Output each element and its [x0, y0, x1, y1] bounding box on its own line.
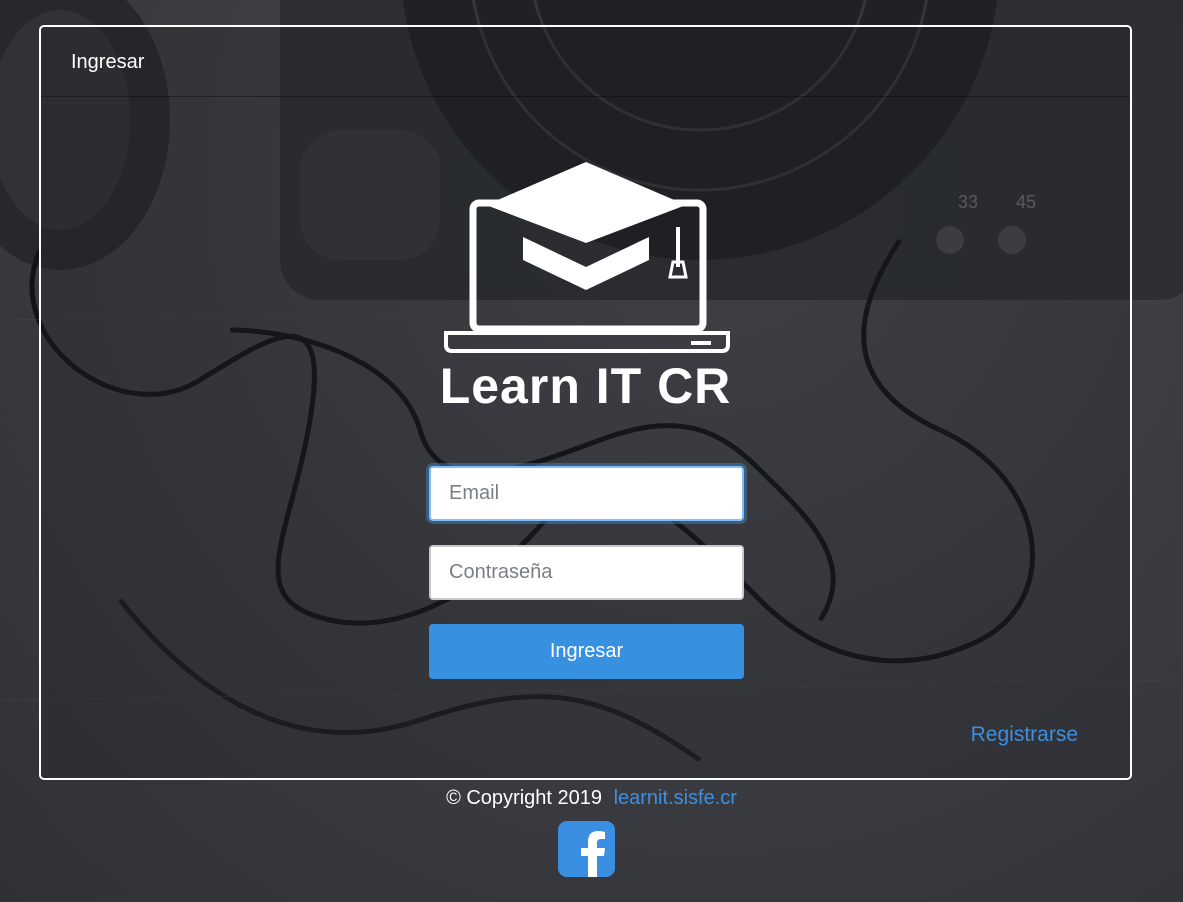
register-link[interactable]: Registrarse: [971, 723, 1078, 747]
copyright-text: © Copyright 2019: [446, 787, 602, 809]
login-button[interactable]: Ingresar: [429, 624, 744, 679]
facebook-icon[interactable]: [558, 821, 615, 877]
card-header: Ingresar: [41, 27, 1130, 97]
footer: © Copyright 2019 learnit.sisfe.cr: [0, 787, 1183, 810]
login-form: Ingresar: [429, 466, 744, 679]
site-link[interactable]: learnit.sisfe.cr: [614, 787, 737, 809]
login-card: Ingresar Learn IT CR Ingresar Registrars…: [39, 25, 1132, 780]
email-input[interactable]: [429, 466, 744, 521]
card-title: Ingresar: [71, 51, 145, 73]
password-input[interactable]: [429, 545, 744, 600]
brand-name: Learn IT CR: [439, 358, 732, 414]
